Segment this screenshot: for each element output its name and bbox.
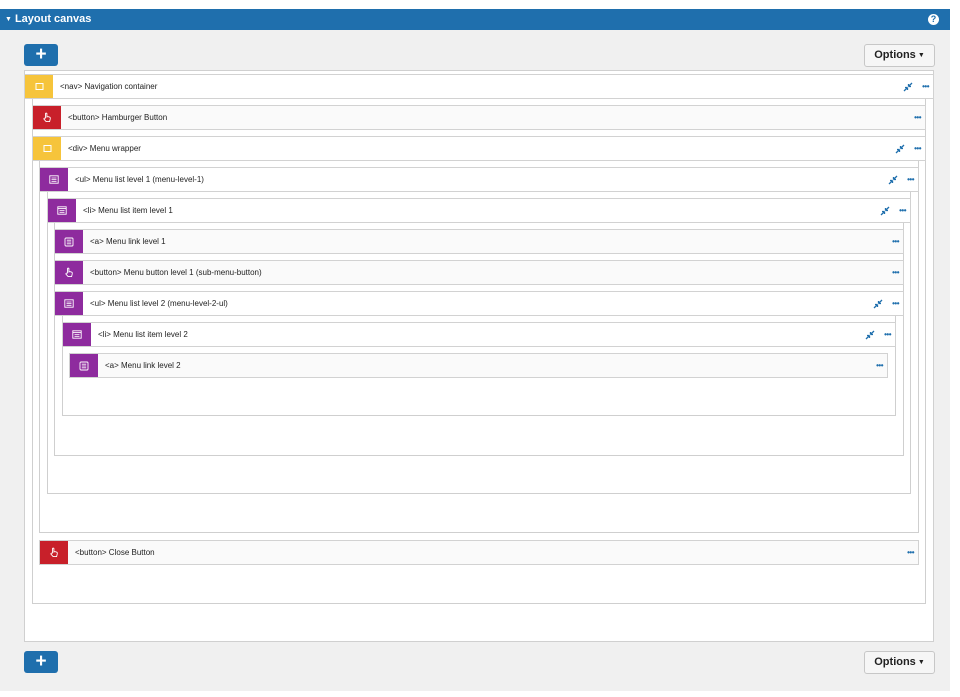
caret-down-icon: ▼: [917, 52, 925, 59]
collapse-icon[interactable]: [865, 330, 875, 340]
row-label: <button> Hamburger Button: [68, 113, 168, 122]
row-actions: •••: [892, 230, 899, 253]
collapse-icon[interactable]: [895, 144, 905, 154]
more-options-icon[interactable]: •••: [907, 175, 914, 184]
more-options-icon[interactable]: •••: [892, 299, 899, 308]
row-actions: •••: [880, 199, 906, 222]
layout-row-5[interactable]: <a> Menu link level 1 •••: [54, 229, 904, 254]
more-options-icon[interactable]: •••: [892, 268, 899, 277]
layout-row-8[interactable]: <li> Menu list item level 2 •••: [62, 322, 896, 347]
row-label: <button> Menu button level 1 (sub-menu-b…: [90, 268, 262, 277]
row-label: <li> Menu list item level 2: [98, 330, 188, 339]
row-actions: •••: [865, 323, 891, 346]
square-outline-icon: [33, 137, 61, 160]
row-label: <div> Menu wrapper: [68, 144, 141, 153]
header-title: Layout canvas: [14, 13, 92, 25]
hand-pointer-icon: [55, 261, 83, 284]
add-element-button-top[interactable]: +: [24, 44, 58, 66]
more-options-icon[interactable]: •••: [899, 206, 906, 215]
layout-row-1[interactable]: <button> Hamburger Button •••: [32, 105, 926, 130]
more-options-icon[interactable]: •••: [876, 361, 883, 370]
row-label: <ul> Menu list level 1 (menu-level-1): [75, 175, 204, 184]
row-label: <a> Menu link level 2: [105, 361, 181, 370]
hand-pointer-icon: [33, 106, 61, 129]
collapse-icon[interactable]: [888, 175, 898, 185]
row-actions: •••: [895, 137, 921, 160]
square-outline-icon: [25, 75, 53, 98]
more-options-icon[interactable]: •••: [922, 82, 929, 91]
layout-row-10[interactable]: <button> Close Button •••: [39, 540, 919, 565]
row-label: <a> Menu link level 1: [90, 237, 166, 246]
more-options-icon[interactable]: •••: [907, 548, 914, 557]
layout-row-7[interactable]: <ul> Menu list level 2 (menu-level-2-ul)…: [54, 291, 904, 316]
list-icon: [55, 292, 83, 315]
layout-row-9[interactable]: <a> Menu link level 2 •••: [69, 353, 888, 378]
row-label: <button> Close Button: [75, 548, 155, 557]
options-label: Options: [874, 656, 916, 668]
collapse-icon[interactable]: [903, 82, 913, 92]
more-options-icon[interactable]: •••: [884, 330, 891, 339]
question-circle-icon[interactable]: ?: [928, 14, 939, 25]
more-options-icon[interactable]: •••: [914, 144, 921, 153]
options-button-top[interactable]: Options ▼: [864, 44, 935, 67]
link-block-icon: [55, 230, 83, 253]
row-actions: •••: [873, 292, 899, 315]
row-actions: •••: [876, 354, 883, 377]
add-element-button-bottom[interactable]: +: [24, 651, 58, 673]
layout-row-6[interactable]: <button> Menu button level 1 (sub-menu-b…: [54, 260, 904, 285]
list-icon: [40, 168, 68, 191]
caret-down-icon: ▼: [917, 659, 925, 666]
row-label: <nav> Navigation container: [60, 82, 158, 91]
collapse-icon[interactable]: [873, 299, 883, 309]
row-actions: •••: [888, 168, 914, 191]
collapse-triangle-icon[interactable]: ▼: [5, 16, 12, 23]
layout-row-3[interactable]: <ul> Menu list level 1 (menu-level-1) ••…: [39, 167, 919, 192]
list-item-icon: [63, 323, 91, 346]
more-options-icon[interactable]: •••: [914, 113, 921, 122]
layout-row-2[interactable]: <div> Menu wrapper •••: [32, 136, 926, 161]
row-label: <ul> Menu list level 2 (menu-level-2-ul): [90, 299, 228, 308]
layout-row-4[interactable]: <li> Menu list item level 1 •••: [47, 198, 911, 223]
hand-pointer-icon: [40, 541, 68, 564]
options-label: Options: [874, 49, 916, 61]
link-block-icon: [70, 354, 98, 377]
layout-canvas-header[interactable]: ▼ Layout canvas ?: [0, 9, 950, 30]
more-options-icon[interactable]: •••: [892, 237, 899, 246]
row-label: <li> Menu list item level 1: [83, 206, 173, 215]
collapse-icon[interactable]: [880, 206, 890, 216]
list-item-icon: [48, 199, 76, 222]
layout-row-0[interactable]: <nav> Navigation container •••: [24, 74, 934, 99]
row-actions: •••: [892, 261, 899, 284]
row-actions: •••: [907, 541, 914, 564]
row-actions: •••: [914, 106, 921, 129]
options-button-bottom[interactable]: Options ▼: [864, 651, 935, 674]
row-actions: •••: [903, 75, 929, 98]
